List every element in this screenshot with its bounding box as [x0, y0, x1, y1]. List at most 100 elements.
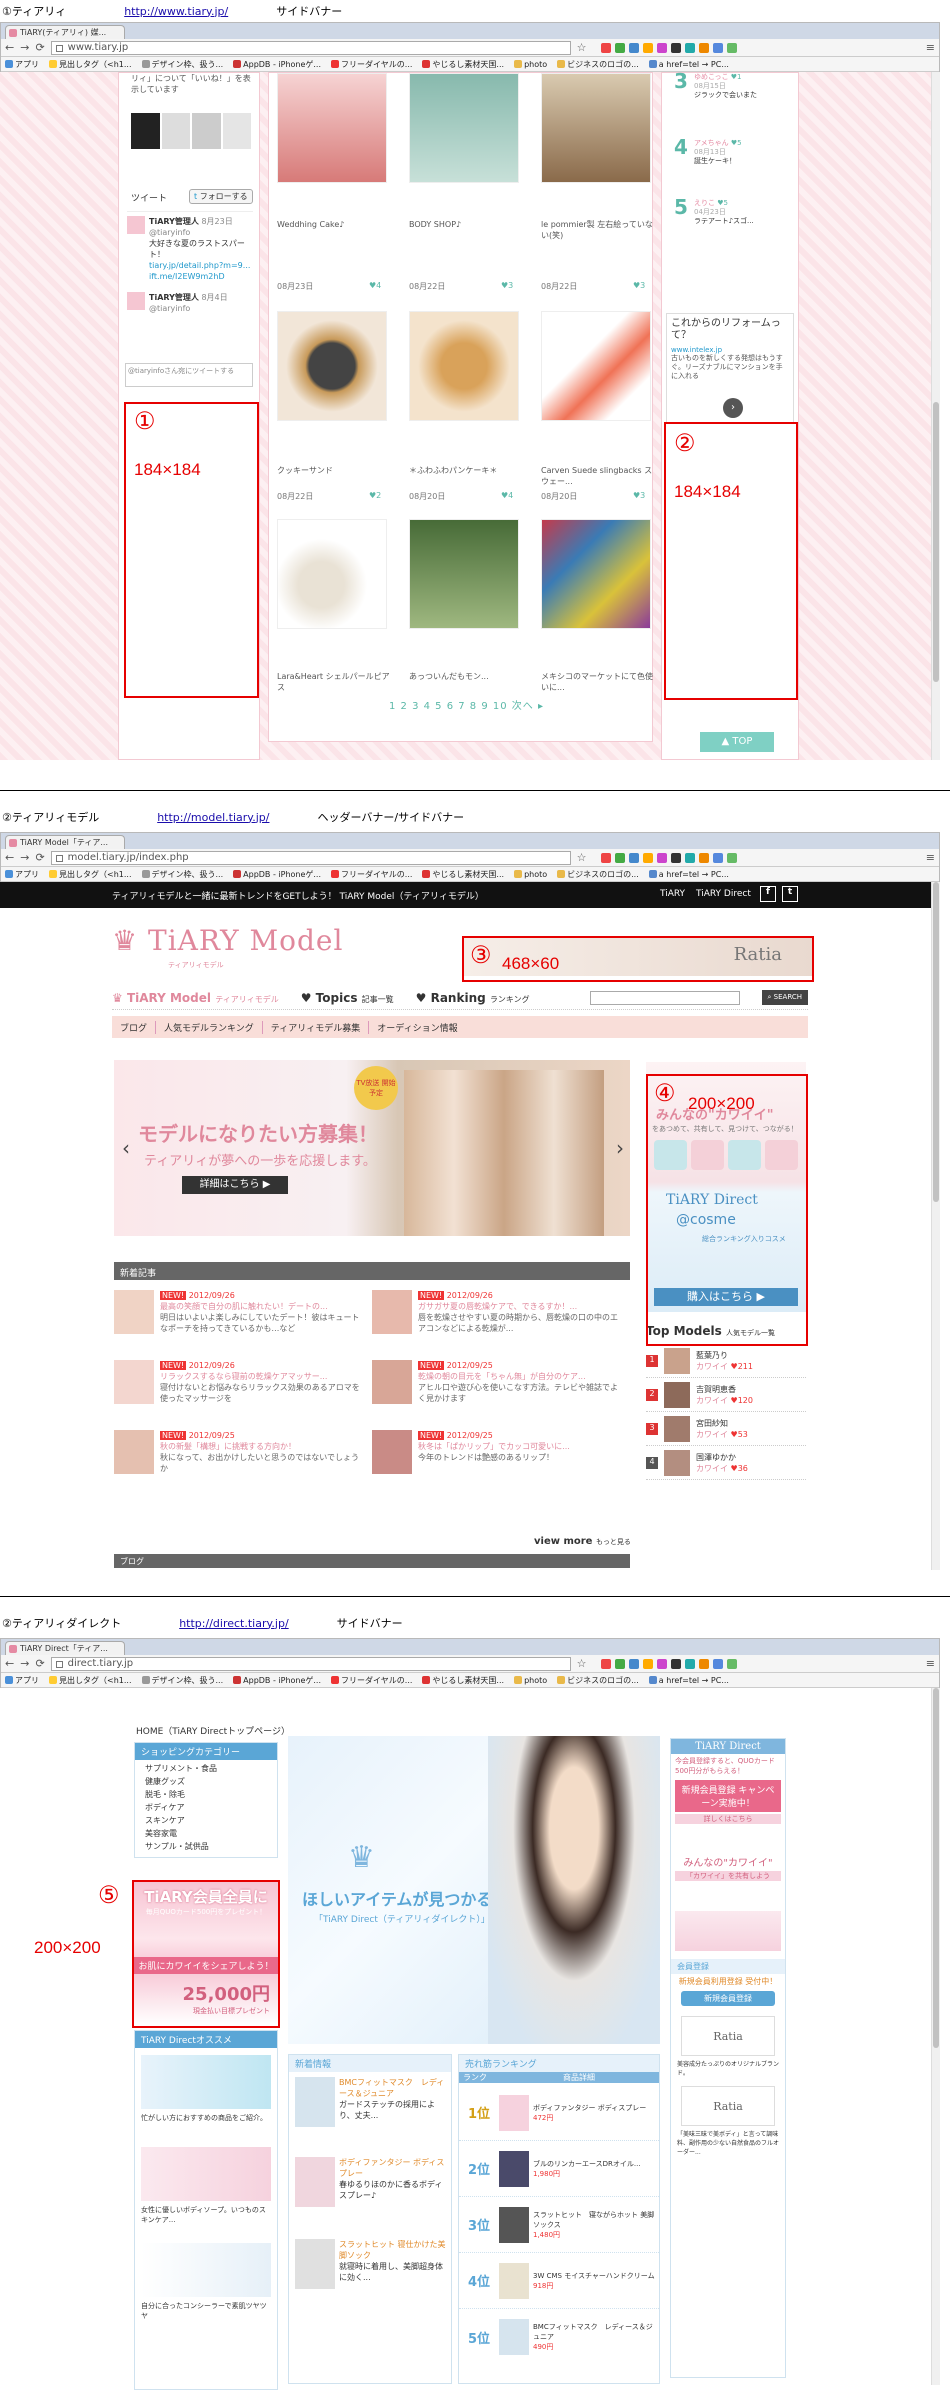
back-icon[interactable]: ← — [5, 1657, 14, 1670]
back-icon[interactable]: ← — [5, 41, 14, 54]
address-bar[interactable]: model.tiary.jp/index.php — [50, 850, 571, 865]
bookmark-item[interactable]: photo — [514, 60, 547, 69]
campaign-banner[interactable]: 新規会員登録 キャンペーン実施中！ — [675, 1780, 781, 1812]
tweet-box[interactable]: @tiaryinfoさん宛にツイートする — [125, 363, 253, 387]
bookmark-item[interactable]: ビジネスのロゴの... — [557, 1675, 639, 1686]
bookmark-item[interactable]: フリーダイヤルの... — [331, 1675, 412, 1686]
post-photo[interactable] — [409, 311, 519, 421]
top-link-direct[interactable]: TiARY Direct — [696, 889, 751, 899]
ad-next-icon[interactable]: › — [723, 398, 743, 418]
like-count[interactable]: ♥3 — [501, 281, 513, 290]
bookmark-item[interactable]: a href=tel → PC... — [648, 1676, 729, 1685]
news-item[interactable]: NEW! 2012/09/26 最高の笑顔で自分の肌に触れたい！デートの... 明日… — [114, 1290, 364, 1348]
bookmark-item[interactable]: photo — [514, 870, 547, 879]
nav-home[interactable]: ♛ TiARY Model ティアリィモデル — [112, 991, 279, 1005]
back-to-top-button[interactable]: ▲ TOP — [700, 732, 774, 752]
kawaii-share-link[interactable]: 「カワイイ」を共有しよう — [675, 1871, 781, 1881]
campaign-detail-link[interactable]: 詳しくはこちら — [675, 1814, 781, 1824]
post-photo[interactable] — [277, 519, 387, 629]
bookmark-item[interactable]: デザイン枠、扱う... — [141, 869, 223, 880]
ranking-row[interactable]: 2位 ブルのリンカーエースDRオイル... 1,980円 — [459, 2141, 659, 2197]
news-item[interactable]: NEW! 2012/09/26 ガサガサ夏の唇乾燥ケアで、できるすか！... 唇を乾… — [372, 1290, 622, 1348]
browser-tab[interactable]: TiARY(ティアリィ) 媒... — [5, 25, 125, 39]
category-item[interactable]: ボディケア — [145, 1801, 267, 1814]
menu-icon[interactable]: ≡ — [926, 41, 935, 54]
member-register-button[interactable]: 新規会員登録 — [681, 1991, 775, 2006]
bookmark-item[interactable]: フリーダイヤルの... — [331, 869, 412, 880]
model-item[interactable]: 2 吉賀明恵香 カワイイ ♥120 — [646, 1378, 806, 1412]
category-item[interactable]: スキンケア — [145, 1814, 267, 1827]
site-logo[interactable]: ♛ TiARY Model — [112, 924, 343, 957]
new-item[interactable]: BMCフィットマスク レディース＆ジュニア ガードステッチの採用により、丈夫... — [339, 2077, 449, 2121]
news-item[interactable]: NEW! 2012/09/25 秋冬は「ぱかリップ」でカッコ可愛いに... 今年のト… — [372, 1430, 622, 1488]
bookmark-item[interactable]: a href=tel → PC... — [648, 870, 729, 879]
pagination[interactable]: 1 2 3 4 5 6 7 8 9 10 次へ ▸ — [389, 697, 544, 712]
menu-icon[interactable]: ≡ — [926, 851, 935, 864]
section-url-link[interactable]: http://model.tiary.jp/ — [157, 811, 269, 824]
model-item[interactable]: 4 国澤ゆかか カワイイ ♥36 — [646, 1446, 806, 1480]
category-item[interactable]: 健康グッズ — [145, 1775, 267, 1788]
like-count[interactable]: ♥3 — [633, 281, 645, 290]
like-count[interactable]: ♥4 — [369, 281, 381, 290]
bookmark-item[interactable]: AppDB - iPhoneゲ... — [233, 59, 321, 70]
bookmark-item[interactable]: a href=tel → PC... — [648, 60, 729, 69]
bookmark-item[interactable]: デザイン枠、扱う... — [141, 59, 223, 70]
category-item[interactable]: 脱毛・除毛 — [145, 1788, 267, 1801]
post-photo[interactable] — [277, 311, 387, 421]
bookmark-item[interactable]: フリーダイヤルの... — [331, 59, 412, 70]
reco-image[interactable] — [141, 2243, 271, 2297]
star-icon[interactable]: ☆ — [577, 41, 587, 54]
new-item[interactable]: ボディファンタジー ボディスプレー 春ゆるりほのかに香るボディスプレー♪ — [339, 2157, 449, 2201]
ranking-row[interactable]: 4位 3W CMS モイスチャーハンドクリーム 918円 — [459, 2253, 659, 2309]
post-photo[interactable] — [541, 519, 651, 629]
reco-image[interactable] — [141, 2055, 271, 2109]
bookmark-item[interactable]: デザイン枠、扱う... — [141, 1675, 223, 1686]
facebook-icon[interactable]: f — [760, 886, 776, 902]
ranking-row[interactable]: 5位 BMCフィットマスク レディース＆ジュニア 490円 — [459, 2309, 659, 2365]
kawaii-banner-2[interactable] — [675, 1911, 781, 1951]
extension-icons[interactable] — [600, 42, 737, 53]
slider-prev-icon[interactable]: ‹ — [122, 1136, 130, 1160]
bookmark-item[interactable]: 見出しタグ（<h1... — [49, 1675, 132, 1686]
bookmark-item[interactable]: 見出しタグ（<h1... — [49, 59, 132, 70]
bookmark-item[interactable]: 見出しタグ（<h1... — [49, 869, 132, 880]
ranking-row[interactable]: 1位 ボディファンタジー ボディスプレー 472円 — [459, 2085, 659, 2141]
search-button[interactable]: ⌕ SEARCH — [761, 990, 808, 1005]
model-item[interactable]: 3 宮田紗知 カワイイ ♥53 — [646, 1412, 806, 1446]
post-photo[interactable] — [277, 73, 387, 183]
bookmark-item[interactable]: アプリ — [5, 869, 39, 880]
item-thumb[interactable] — [295, 2157, 335, 2207]
tweet-link[interactable]: tiary.jp/detail.php?m=9... — [149, 261, 250, 270]
menu-icon[interactable]: ≡ — [926, 1657, 935, 1670]
forward-icon[interactable]: → — [20, 851, 29, 864]
browser-tab[interactable]: TiARY Direct「ティア... — [5, 1641, 125, 1655]
news-item[interactable]: NEW! 2012/09/26 リラックスするなら寝前の乾燥ケアマッサー... 寝付… — [114, 1360, 364, 1418]
hero-detail-button[interactable]: 詳細はこちら ▶ — [182, 1176, 288, 1194]
bookmark-item[interactable]: やじるし素材天国... — [422, 869, 504, 880]
view-more-link[interactable]: view more もっと見る — [534, 1536, 631, 1547]
section-url-link[interactable]: http://www.tiary.jp/ — [124, 5, 228, 18]
bookmark-item[interactable]: ビジネスのロゴの... — [557, 59, 639, 70]
slider-next-icon[interactable]: › — [616, 1136, 624, 1160]
item-thumb[interactable] — [295, 2077, 335, 2127]
tweet-link[interactable]: ift.me/I2EW9m2hD — [149, 272, 225, 281]
post-photo[interactable] — [541, 311, 651, 421]
top-link-tiary[interactable]: TiARY — [660, 889, 685, 899]
bookmark-item[interactable]: ビジネスのロゴの... — [557, 869, 639, 880]
back-icon[interactable]: ← — [5, 851, 14, 864]
ratia-wedding-banner[interactable]: Ratia — [681, 2086, 775, 2126]
news-item[interactable]: NEW! 2012/09/25 乾燥の朝の目元を「ちゃん無」が自分のケア... アヒ… — [372, 1360, 622, 1418]
search-input[interactable] — [589, 990, 740, 1005]
hero-banner[interactable]: ♛ ほしいアイテムが見つかる！ 「TiARY Direct（ティアリィダイレクト… — [288, 1736, 660, 2044]
bookmark-item[interactable]: やじるし素材天国... — [422, 1675, 504, 1686]
post-photo[interactable] — [409, 519, 519, 629]
bookmark-item[interactable]: photo — [514, 1676, 547, 1685]
breadcrumb[interactable]: HOME（TiARY Directトップページ） — [136, 1724, 290, 1737]
scrollbar[interactable] — [931, 1688, 940, 2385]
reco-image[interactable] — [141, 2147, 271, 2201]
new-item[interactable]: スラットヒット 寝仕かけた美脚ソック 就寝時に着用し、美脚超身体に効く... — [339, 2239, 449, 2283]
model-item[interactable]: 1 藍葉乃り カワイイ ♥211 — [646, 1344, 806, 1378]
rank-item[interactable]: ゆめこっこ ♥1 08月15日 ジラックで会いまた — [694, 73, 792, 100]
like-count[interactable]: ♥2 — [369, 491, 381, 500]
browser-tab[interactable]: TiARY Model「ティア... — [5, 835, 125, 849]
